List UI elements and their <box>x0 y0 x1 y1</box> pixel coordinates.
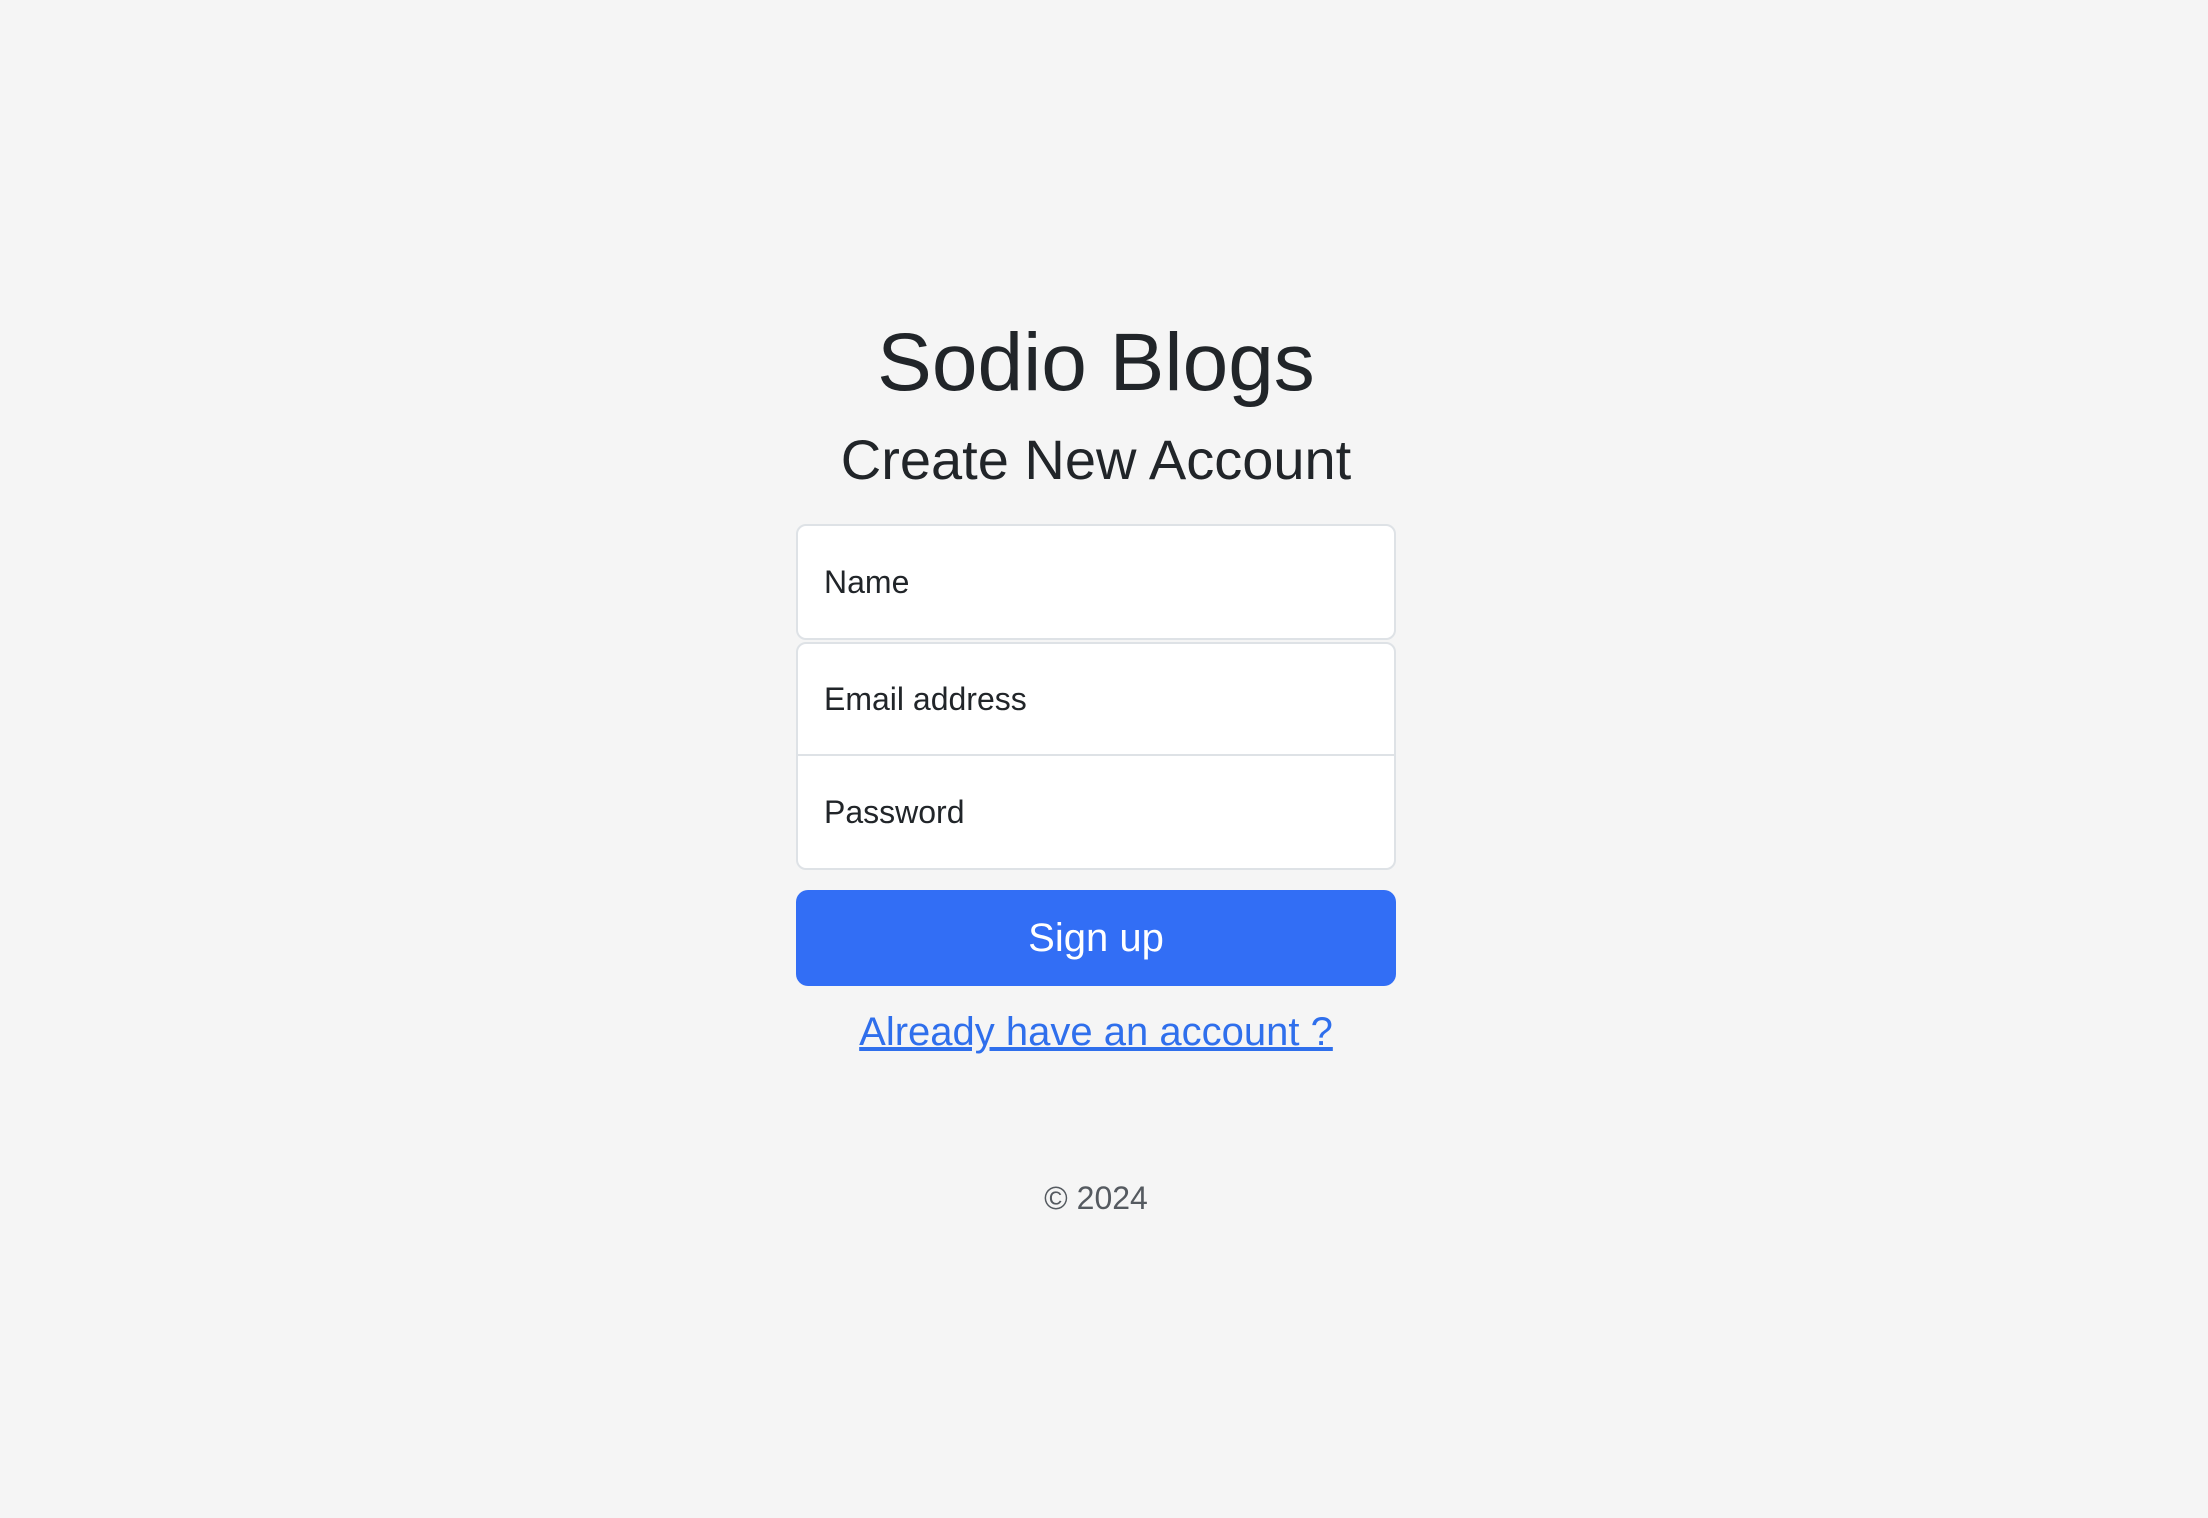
signup-button[interactable]: Sign up <box>796 890 1396 986</box>
signup-container: Sodio Blogs Create New Account Sign up A… <box>796 300 1396 1056</box>
name-field-wrapper <box>796 524 1396 640</box>
login-link[interactable]: Already have an account ? <box>796 1008 1396 1056</box>
signup-form: Sign up Already have an account ? <box>796 524 1396 1056</box>
password-field-wrapper <box>796 754 1396 870</box>
password-input[interactable] <box>798 756 1394 868</box>
name-input[interactable] <box>798 526 1394 638</box>
brand-title: Sodio Blogs <box>877 317 1315 408</box>
email-field-wrapper <box>796 642 1396 756</box>
email-input[interactable] <box>798 644 1394 754</box>
copyright-footer: © 2024 <box>1044 1180 1148 1216</box>
page-subtitle: Create New Account <box>840 428 1352 491</box>
